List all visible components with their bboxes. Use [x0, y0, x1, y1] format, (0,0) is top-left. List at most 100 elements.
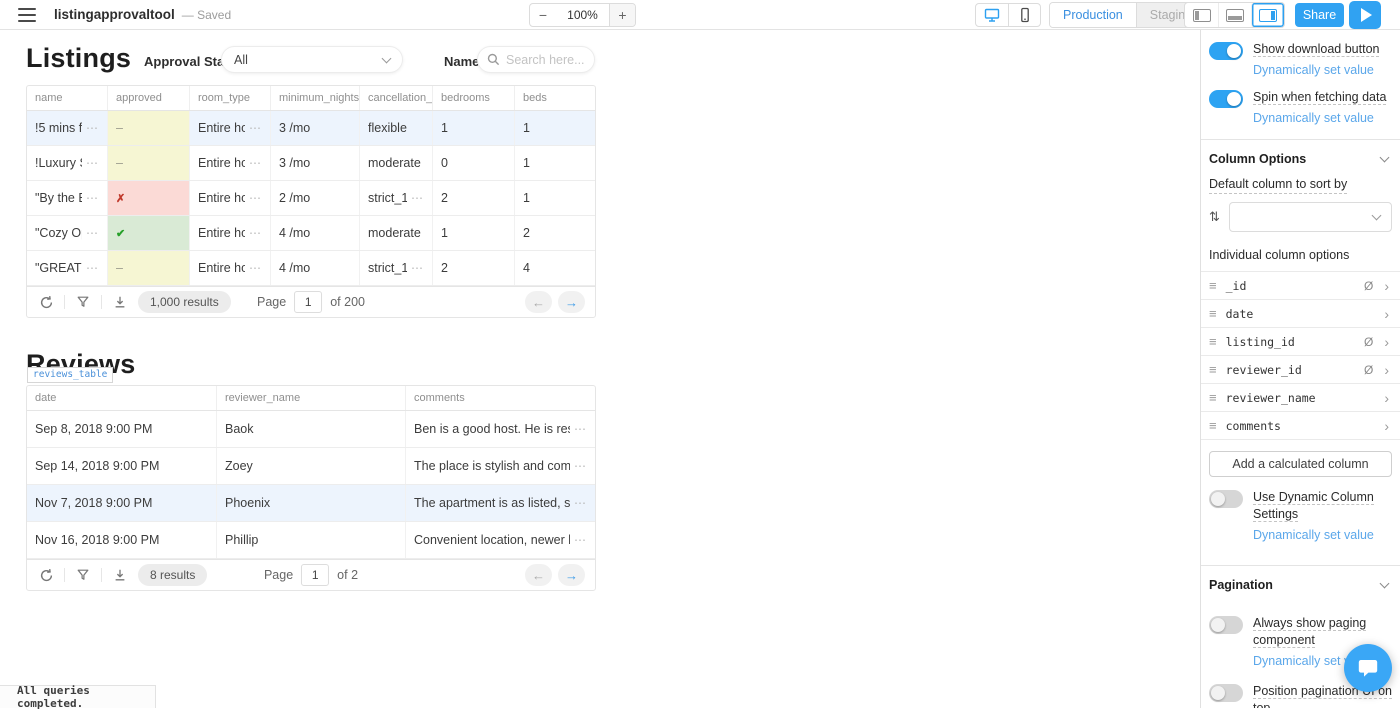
- previous-page-button[interactable]: ←: [525, 291, 552, 313]
- ellipsis-icon[interactable]: ⋯: [86, 121, 99, 135]
- table-row[interactable]: !5 mins fron⋯ – Entire home⋯ 3 /mo flexi…: [27, 111, 595, 146]
- column-header[interactable]: name: [27, 86, 108, 110]
- drag-handle-icon[interactable]: ≡: [1209, 306, 1217, 321]
- dynamic-value-link[interactable]: Dynamically set value: [1253, 528, 1392, 543]
- ellipsis-icon[interactable]: ⋯: [86, 191, 99, 205]
- zoom-in-button[interactable]: +: [609, 4, 635, 26]
- environment-production-button[interactable]: Production: [1050, 3, 1136, 27]
- page-input[interactable]: [301, 564, 329, 586]
- column-header[interactable]: beds: [515, 86, 595, 110]
- default-sort-row: ⇅: [1201, 200, 1400, 242]
- drag-handle-icon[interactable]: ≡: [1209, 390, 1217, 405]
- play-icon: [1361, 8, 1372, 22]
- ellipsis-icon[interactable]: ⋯: [574, 496, 587, 510]
- cell-reviewer-name: Phillip: [225, 533, 258, 547]
- table-row[interactable]: "By the Bay⋯ ✗ Entire home⋯ 2 /mo strict…: [27, 181, 595, 216]
- toggle-switch[interactable]: [1209, 42, 1243, 60]
- hamburger-menu-icon[interactable]: [18, 8, 36, 22]
- toggle-right-panel-button[interactable]: [1251, 3, 1284, 27]
- approval-status-select[interactable]: All: [221, 46, 403, 73]
- right-panel-icon: [1259, 9, 1277, 22]
- table-row[interactable]: !Luxury Stu⋯ – Entire home⋯ 3 /mo modera…: [27, 146, 595, 181]
- download-button[interactable]: [111, 566, 129, 584]
- column-item-reviewer_name[interactable]: ≡ reviewer_name ›: [1201, 384, 1400, 412]
- component-tag[interactable]: reviews_table: [27, 367, 113, 383]
- drag-handle-icon[interactable]: ≡: [1209, 418, 1217, 433]
- column-header[interactable]: reviewer_name: [217, 386, 406, 410]
- default-sort-select[interactable]: [1229, 202, 1392, 232]
- hidden-eye-icon[interactable]: Ø: [1364, 363, 1373, 377]
- section-pagination[interactable]: Pagination: [1201, 566, 1400, 601]
- name-search-input[interactable]: [506, 53, 585, 67]
- column-header[interactable]: approved: [108, 86, 190, 110]
- column-header[interactable]: date: [27, 386, 217, 410]
- share-button[interactable]: Share: [1295, 3, 1344, 27]
- ellipsis-icon[interactable]: ⋯: [249, 191, 262, 205]
- hidden-eye-icon[interactable]: Ø: [1364, 335, 1373, 349]
- mobile-preview-button[interactable]: [1008, 4, 1040, 26]
- dynamic-value-link[interactable]: Dynamically set value: [1253, 63, 1379, 78]
- ellipsis-icon[interactable]: ⋯: [86, 261, 99, 275]
- section-column-options[interactable]: Column Options: [1201, 140, 1400, 175]
- zoom-out-button[interactable]: −: [530, 4, 556, 26]
- chat-button[interactable]: [1344, 644, 1392, 692]
- ellipsis-icon[interactable]: ⋯: [574, 459, 587, 473]
- filter-button[interactable]: [74, 566, 92, 584]
- next-page-button[interactable]: →: [558, 291, 585, 313]
- column-item-date[interactable]: ≡ date ›: [1201, 300, 1400, 328]
- refresh-button[interactable]: [37, 293, 55, 311]
- add-calculated-column-button[interactable]: Add a calculated column: [1209, 451, 1392, 477]
- hidden-eye-icon[interactable]: Ø: [1364, 279, 1373, 293]
- ellipsis-icon[interactable]: ⋯: [249, 226, 262, 240]
- ellipsis-icon[interactable]: ⋯: [249, 121, 262, 135]
- next-page-button[interactable]: →: [558, 564, 585, 586]
- table-row[interactable]: "GREAT LOC⋯ – Entire home⋯ 4 /mo strict_…: [27, 251, 595, 286]
- toggle-switch[interactable]: [1209, 90, 1243, 108]
- download-button[interactable]: [111, 293, 129, 311]
- ellipsis-icon[interactable]: ⋯: [411, 191, 424, 205]
- ellipsis-icon[interactable]: ⋯: [86, 156, 99, 170]
- filter-button[interactable]: [74, 293, 92, 311]
- toggle-bottom-panel-button[interactable]: [1218, 3, 1251, 27]
- run-button[interactable]: [1349, 1, 1381, 29]
- cell-beds: 4: [523, 261, 530, 275]
- desktop-preview-button[interactable]: [976, 4, 1008, 26]
- column-item-reviewer_id[interactable]: ≡ reviewer_id Ø›: [1201, 356, 1400, 384]
- column-header[interactable]: cancellation_poli...: [360, 86, 433, 110]
- ellipsis-icon[interactable]: ⋯: [86, 226, 99, 240]
- column-header[interactable]: comments: [406, 386, 595, 410]
- ellipsis-icon[interactable]: ⋯: [574, 422, 587, 436]
- cell-bedrooms: 1: [441, 226, 448, 240]
- ellipsis-icon[interactable]: ⋯: [411, 261, 424, 275]
- cell-bedrooms: 2: [441, 261, 448, 275]
- ellipsis-icon[interactable]: ⋯: [249, 261, 262, 275]
- page-input[interactable]: [294, 291, 322, 313]
- table-row[interactable]: Sep 14, 2018 9:00 PM Zoey The place is s…: [27, 448, 595, 485]
- table-row[interactable]: Nov 7, 2018 9:00 PM Phoenix The apartmen…: [27, 485, 595, 522]
- toggle-switch[interactable]: [1209, 616, 1243, 634]
- zoom-control: − 100% +: [529, 3, 636, 27]
- ellipsis-icon[interactable]: ⋯: [574, 533, 587, 547]
- column-header[interactable]: minimum_nights: [271, 86, 360, 110]
- column-header[interactable]: bedrooms: [433, 86, 515, 110]
- table-row[interactable]: Nov 16, 2018 9:00 PM Phillip Convenient …: [27, 522, 595, 559]
- toggle-switch[interactable]: [1209, 490, 1243, 508]
- dynamic-value-link[interactable]: Dynamically set value: [1253, 111, 1386, 126]
- drag-handle-icon[interactable]: ≡: [1209, 362, 1217, 377]
- column-header[interactable]: room_type: [190, 86, 271, 110]
- drag-handle-icon[interactable]: ≡: [1209, 334, 1217, 349]
- column-item-comments[interactable]: ≡ comments ›: [1201, 412, 1400, 440]
- refresh-button[interactable]: [37, 566, 55, 584]
- cell-room-type: Entire home: [198, 226, 245, 240]
- previous-page-button[interactable]: ←: [525, 564, 552, 586]
- drag-handle-icon[interactable]: ≡: [1209, 278, 1217, 293]
- column-item-listing_id[interactable]: ≡ listing_id Ø›: [1201, 328, 1400, 356]
- table-row[interactable]: "Cozy Oper⋯ ✔ Entire home⋯ 4 /mo moderat…: [27, 216, 595, 251]
- cell-comments: Ben is a good host. He is responsive a: [414, 422, 570, 436]
- table-row[interactable]: Sep 8, 2018 9:00 PM Baok Ben is a good h…: [27, 411, 595, 448]
- toggle-left-panel-button[interactable]: [1185, 3, 1218, 27]
- ellipsis-icon[interactable]: ⋯: [249, 156, 262, 170]
- toggle-switch[interactable]: [1209, 684, 1243, 702]
- arrow-left-icon: ←: [532, 568, 545, 583]
- column-item-_id[interactable]: ≡ _id Ø›: [1201, 272, 1400, 300]
